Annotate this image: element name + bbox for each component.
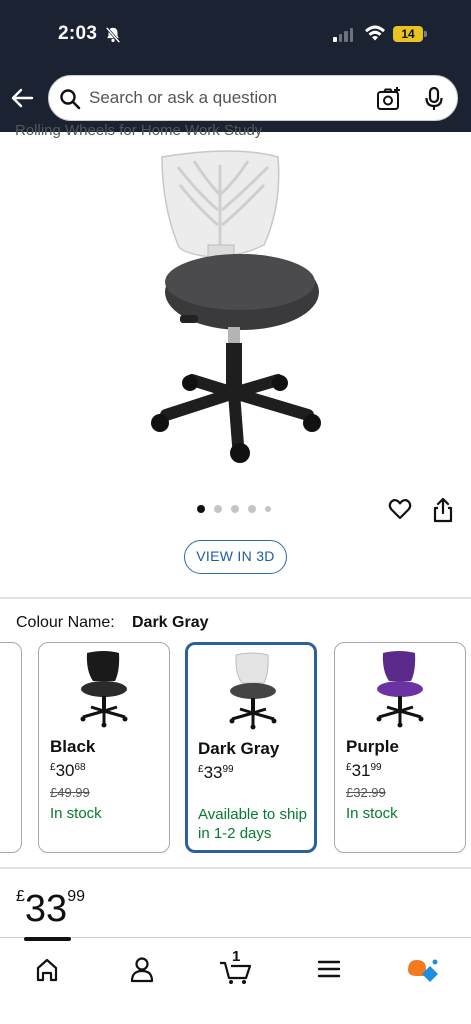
colour-option-name: Dark Gray xyxy=(198,739,280,758)
camera-search-icon[interactable] xyxy=(376,86,402,112)
colour-option-price: £3399 xyxy=(198,763,234,782)
carousel-dot[interactable] xyxy=(265,506,271,512)
colour-option-purple[interactable]: Purple £3199 £32.99 In stock xyxy=(334,642,466,853)
section-divider xyxy=(0,867,471,869)
image-carousel-dots[interactable] xyxy=(197,505,271,513)
wifi-icon xyxy=(365,25,385,41)
bell-off-icon xyxy=(105,26,121,44)
view-in-3d-button[interactable]: VIEW IN 3D xyxy=(184,540,287,574)
status-bar: 2:03 14 xyxy=(0,0,471,64)
rufus-icon[interactable] xyxy=(400,948,444,988)
carousel-dot[interactable] xyxy=(214,505,222,513)
heart-icon[interactable] xyxy=(388,497,412,521)
cart-count-badge: 1 xyxy=(232,948,241,965)
nav-active-indicator xyxy=(24,937,71,941)
colour-option-name: Black xyxy=(50,737,96,756)
back-arrow-icon[interactable] xyxy=(10,85,36,111)
search-icon xyxy=(60,89,81,110)
purple-chair-thumbnail xyxy=(376,651,424,728)
menu-icon[interactable] xyxy=(307,948,351,988)
bottom-navigation: 1 xyxy=(0,937,471,1024)
carousel-dot[interactable] xyxy=(248,505,256,513)
account-icon[interactable] xyxy=(120,948,164,988)
home-icon[interactable] xyxy=(25,948,69,988)
share-icon[interactable] xyxy=(432,497,454,523)
dark-gray-chair-thumbnail xyxy=(229,652,277,730)
battery-indicator: 14 xyxy=(393,26,423,42)
colour-selected-value: Dark Gray xyxy=(132,614,209,631)
status-time: 2:03 xyxy=(58,23,98,44)
battery-tip xyxy=(424,31,427,37)
black-chair-thumbnail xyxy=(80,651,128,728)
carousel-dot[interactable] xyxy=(197,505,205,513)
main-price: £3399 xyxy=(16,888,85,930)
product-title: Rolling Wheels for Home Work Study xyxy=(15,122,263,139)
search-bar[interactable] xyxy=(48,75,458,121)
colour-label: Colour Name: xyxy=(16,614,115,631)
cellular-signal-icon xyxy=(333,28,353,42)
colour-option-card-partial[interactable] xyxy=(0,642,22,853)
colour-option-black[interactable]: Black £3068 £49.99 In stock xyxy=(38,642,170,853)
carousel-dot[interactable] xyxy=(231,505,239,513)
section-divider xyxy=(0,597,471,599)
colour-option-was-price: £49.99 xyxy=(50,785,90,800)
colour-option-name: Purple xyxy=(346,737,399,756)
colour-option-stock: In stock xyxy=(346,805,398,822)
colour-option-stock: Available to ship in 1-2 days xyxy=(198,806,307,842)
colour-option-stock: In stock xyxy=(50,805,102,822)
colour-option-price: £3199 xyxy=(346,761,382,780)
search-input[interactable] xyxy=(89,76,359,120)
colour-option-price: £3068 xyxy=(50,761,86,780)
colour-option-dark-gray[interactable]: Dark Gray £3399 Available to ship in 1-2… xyxy=(185,642,317,853)
product-image[interactable] xyxy=(140,145,330,470)
colour-option-was-price: £32.99 xyxy=(346,785,386,800)
microphone-icon[interactable] xyxy=(423,86,445,112)
